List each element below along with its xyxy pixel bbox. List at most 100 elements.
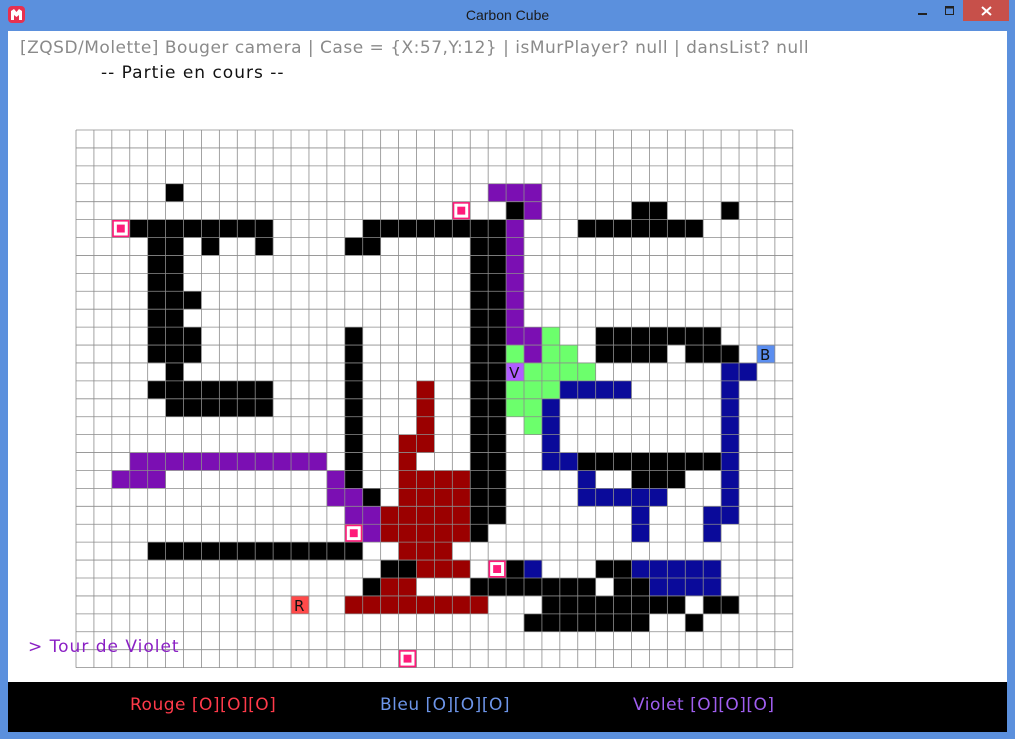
board-cell[interactable] [416,524,435,543]
board-cell[interactable] [219,542,238,561]
board-cell[interactable] [488,237,507,256]
board-cell[interactable] [129,452,148,471]
board-cell[interactable] [577,488,596,507]
board-cell[interactable] [398,470,417,489]
board-cell[interactable] [595,488,614,507]
board-cell[interactable] [613,452,632,471]
board-cell[interactable] [506,201,524,220]
board-cell[interactable] [470,237,489,256]
board-cell[interactable] [488,506,507,525]
board-cell[interactable] [452,470,471,489]
board-cell[interactable] [273,452,292,471]
board-cell[interactable] [237,219,256,238]
board-cell[interactable] [541,380,560,399]
board-cell[interactable] [344,452,363,471]
board-cell[interactable] [362,237,381,256]
board-cell[interactable] [649,560,668,578]
board-cell[interactable] [470,362,489,381]
board-cell[interactable] [577,452,596,471]
board-cell[interactable] [165,183,184,202]
board-cell[interactable] [398,452,417,471]
board-cell[interactable] [667,452,686,471]
board-cell[interactable] [488,488,507,507]
board-cell[interactable] [398,560,417,578]
board-cell[interactable] [721,506,740,525]
game-board[interactable]: V B R [8,31,1007,682]
board-cell[interactable] [398,578,417,596]
board-cell[interactable] [470,488,489,507]
board-cell[interactable] [649,452,668,471]
board-cell[interactable] [685,613,704,632]
board-cell[interactable] [541,416,560,435]
board-cell[interactable] [541,452,560,471]
board-cell[interactable] [631,488,650,507]
board-cell[interactable] [703,595,722,614]
board-cell[interactable] [470,595,489,614]
board-cell[interactable] [721,345,740,363]
board-cell[interactable] [470,452,489,471]
board-cell[interactable] [380,560,399,578]
board-cell[interactable] [577,362,596,381]
board-cell[interactable] [165,542,184,561]
board-cell[interactable] [344,595,363,614]
maximize-button[interactable] [936,0,963,21]
board-cell[interactable] [506,183,524,202]
board-cell[interactable] [165,398,184,417]
board-cell[interactable] [631,595,650,614]
board-cell[interactable] [380,595,399,614]
board-cell[interactable] [255,452,274,471]
board-cell[interactable] [541,578,560,596]
board-cell[interactable] [667,560,686,578]
board-cell[interactable] [470,470,489,489]
board-cell[interactable] [667,327,686,346]
board-cell[interactable] [291,542,309,561]
board-cell[interactable] [344,362,363,381]
board-cell[interactable] [721,452,740,471]
board-cell[interactable] [721,416,740,435]
board-cell[interactable] [506,380,524,399]
board-cell[interactable] [470,309,489,328]
board-cell[interactable] [237,542,256,561]
board-cell[interactable] [165,219,184,238]
board-cell[interactable] [488,219,507,238]
board-cell[interactable] [506,219,524,238]
board-cell[interactable] [344,416,363,435]
board-cell[interactable] [380,219,399,238]
board-cell[interactable] [631,327,650,346]
board-cell[interactable] [416,470,435,489]
board-cell[interactable] [703,345,722,363]
board-cell[interactable] [488,434,507,453]
board-cell[interactable] [541,434,560,453]
board-cell[interactable] [201,398,220,417]
board-cell[interactable] [721,434,740,453]
board-cell[interactable] [613,380,632,399]
board-cell[interactable] [488,398,507,417]
board-cell[interactable] [488,327,507,346]
board-cell[interactable] [398,506,417,525]
board-cell[interactable] [506,309,524,328]
board-cell[interactable] [255,219,274,238]
board-cell[interactable] [380,524,399,543]
board-cell[interactable] [237,452,256,471]
board-cell[interactable] [183,345,202,363]
board-cell[interactable] [326,542,345,561]
board-cell[interactable] [183,219,202,238]
board-cell[interactable] [147,345,166,363]
minimize-button[interactable] [909,0,936,21]
board-cell[interactable] [416,506,435,525]
board-cell[interactable] [201,219,220,238]
board-cell[interactable] [595,327,614,346]
board-cell[interactable] [506,273,524,292]
board-cell[interactable] [631,560,650,578]
board-cell[interactable] [631,345,650,363]
board-cell[interactable] [506,291,524,310]
board-cell[interactable] [380,506,399,525]
board-cell[interactable] [488,345,507,363]
board-cell[interactable] [703,327,722,346]
board-cell[interactable] [183,291,202,310]
board-cell[interactable] [667,595,686,614]
board-cell[interactable] [506,398,524,417]
board-cell[interactable] [237,380,256,399]
board-cell[interactable] [326,488,345,507]
board-cell[interactable] [577,578,596,596]
